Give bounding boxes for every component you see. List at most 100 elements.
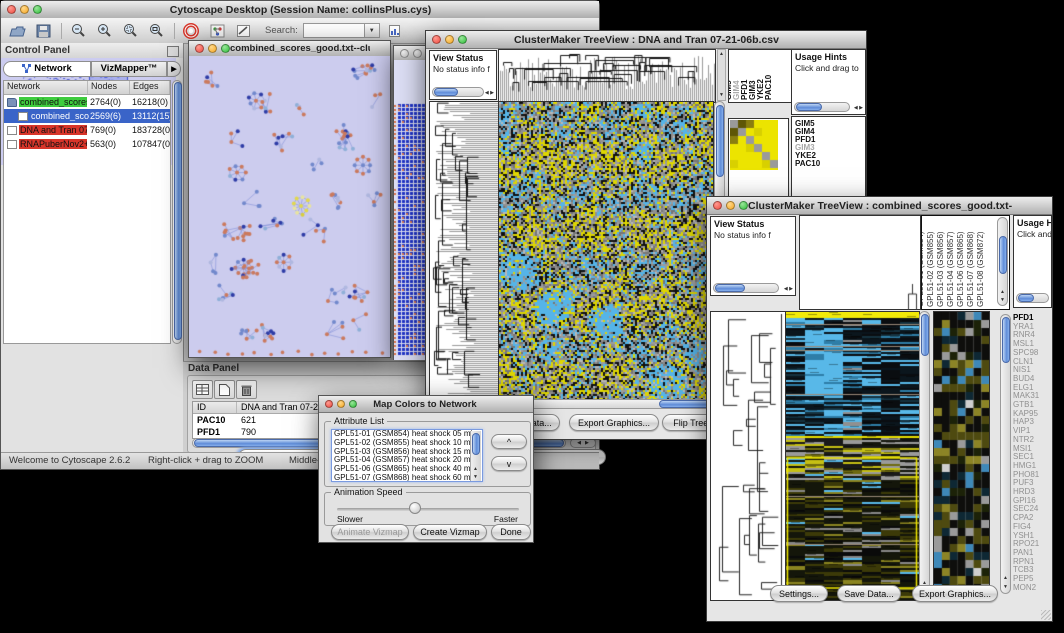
- column-label[interactable]: GPL51-06 (GSM865): [957, 231, 965, 307]
- usage-hints-scrollbar[interactable]: [794, 102, 850, 112]
- network-view-titlebar[interactable]: combined_scores_good.txt--cluste...: [189, 41, 390, 57]
- treeview-dna-titlebar[interactable]: ClusterMaker TreeView : DNA and Tran 07-…: [426, 31, 866, 49]
- zoom-out-icon[interactable]: [68, 22, 88, 40]
- export-graphics-button[interactable]: Export Graphics...: [912, 585, 998, 602]
- minimize-button[interactable]: [726, 201, 735, 210]
- detail-heatmap[interactable]: [933, 311, 990, 601]
- tab-vizmapper[interactable]: VizMapper™: [91, 61, 167, 77]
- animation-speed-slider[interactable]: [337, 508, 519, 511]
- column-label[interactable]: PAC10: [765, 75, 773, 100]
- column-labels-scrollbar[interactable]: ▲▼: [997, 217, 1008, 306]
- save-data-button[interactable]: Save Data...: [837, 585, 901, 602]
- scroll-arrows[interactable]: ◀ ▶: [485, 91, 494, 96]
- minimize-button[interactable]: [337, 400, 345, 408]
- tab-network[interactable]: Network: [3, 61, 91, 77]
- dendrogram-scroll-strip[interactable]: ▲▼: [717, 49, 726, 101]
- search-options-icon[interactable]: [386, 22, 406, 40]
- heatmap-main[interactable]: [785, 311, 920, 601]
- zoom-fit-icon[interactable]: [146, 22, 166, 40]
- network-list-item[interactable]: DNA and Tran 07769(0)183728(0): [4, 123, 170, 137]
- tab-overflow-button[interactable]: ▶: [167, 61, 181, 77]
- gene-list-scrollbar[interactable]: ▲▼: [1000, 314, 1011, 594]
- delete-attribute-icon[interactable]: [236, 380, 257, 399]
- close-button[interactable]: [713, 201, 722, 210]
- view-status-scrollbar[interactable]: [432, 87, 484, 97]
- done-button[interactable]: Done: [491, 524, 531, 540]
- search-dropdown-icon[interactable]: ▼: [365, 23, 380, 38]
- export-graphics-button[interactable]: Export Graphics...: [569, 414, 659, 431]
- float-panel-icon[interactable]: [167, 46, 179, 57]
- column-dendrogram[interactable]: [498, 49, 716, 103]
- column-label[interactable]: GPL51-08 (GSM872): [977, 231, 985, 307]
- main-titlebar[interactable]: Cytoscape Desktop (Session Name: collins…: [1, 1, 599, 19]
- import-network-icon[interactable]: [207, 22, 227, 40]
- minimize-button[interactable]: [445, 35, 454, 44]
- network-list-header[interactable]: Network Nodes Edges: [4, 81, 170, 95]
- zoom-in-icon[interactable]: [94, 22, 114, 40]
- search-input[interactable]: [303, 23, 365, 38]
- move-down-button[interactable]: v: [491, 456, 527, 471]
- column-dendrogram[interactable]: [799, 215, 921, 310]
- minimize-button[interactable]: [413, 49, 422, 58]
- scroll-arrows[interactable]: ◀ ▶: [854, 106, 863, 111]
- zoom-button[interactable]: [349, 400, 357, 408]
- save-icon[interactable]: [33, 22, 53, 40]
- create-vizmap-button[interactable]: Create Vizmap: [413, 524, 487, 540]
- close-button[interactable]: [432, 35, 441, 44]
- open-folder-icon[interactable]: [7, 22, 27, 40]
- zoom-button[interactable]: [221, 44, 230, 53]
- attribute-list[interactable]: GPL51-01 (GSM854) heat shock 05 minGPL51…: [331, 429, 483, 482]
- zoom-selected-region-icon[interactable]: [120, 22, 140, 40]
- column-nodes[interactable]: Nodes: [88, 81, 130, 94]
- zoom-button[interactable]: [33, 5, 42, 14]
- heatmap-vscrollbar[interactable]: ▲▼: [919, 311, 930, 599]
- treeview-combined-titlebar[interactable]: ClusterMaker TreeView : combined_scores_…: [707, 197, 1052, 215]
- minimize-button[interactable]: [20, 5, 29, 14]
- data-panel-label: Data Panel: [188, 363, 239, 374]
- zoom-button[interactable]: [739, 201, 748, 210]
- close-button[interactable]: [400, 49, 409, 58]
- column-label[interactable]: GPL51-01 (GSM854): [921, 231, 925, 307]
- zoom-button[interactable]: [458, 35, 467, 44]
- close-button[interactable]: [325, 400, 333, 408]
- usage-hints-scrollbar[interactable]: [1016, 293, 1049, 303]
- view-status-scrollbar[interactable]: [713, 283, 779, 293]
- heatmap-main[interactable]: [498, 101, 714, 400]
- scroll-arrows[interactable]: ◀ ▶: [784, 287, 793, 292]
- detail-heatmap[interactable]: [730, 120, 778, 170]
- animate-vizmap-button[interactable]: Animate Vizmap: [331, 524, 409, 540]
- network-canvas[interactable]: [189, 56, 390, 357]
- help-lifesaver-icon[interactable]: [181, 22, 201, 40]
- row-dendrogram[interactable]: [710, 311, 786, 601]
- dialog-titlebar[interactable]: Map Colors to Network: [319, 396, 533, 413]
- close-button[interactable]: [195, 44, 204, 53]
- column-label[interactable]: GPL51-04 (GSM857): [947, 231, 955, 307]
- attribute-select-icon[interactable]: [192, 380, 213, 399]
- column-label[interactable]: GPL51-07 (GSM868): [967, 231, 975, 307]
- column-id[interactable]: ID: [193, 402, 237, 413]
- settings-button[interactable]: Settings...: [770, 585, 828, 602]
- network-list-item[interactable]: RNAPuberNov2+563(0)107847(0): [4, 137, 170, 151]
- network-list-item[interactable]: combined_sco2569(6)13112(15): [4, 109, 170, 123]
- gene-label[interactable]: PAC10: [795, 160, 865, 168]
- network-list-item[interactable]: combined_scores_2764(0)16218(0): [4, 95, 170, 109]
- row-dendrogram[interactable]: [429, 101, 500, 400]
- resize-grip[interactable]: [1041, 610, 1051, 620]
- usage-hints-text: Click and drag to: [1017, 229, 1051, 239]
- slider-thumb[interactable]: [409, 502, 421, 514]
- column-network[interactable]: Network: [4, 81, 88, 94]
- network-name: DNA and Tran 07: [19, 125, 87, 135]
- gene-label[interactable]: MON2: [1013, 584, 1053, 593]
- network-list-scrollbar[interactable]: [172, 80, 182, 344]
- new-attribute-icon[interactable]: [214, 380, 235, 399]
- annotation-icon[interactable]: [233, 22, 253, 40]
- minimize-button[interactable]: [208, 44, 217, 53]
- tab-vizmapper-label: VizMapper™: [101, 63, 158, 74]
- attribute-list-scrollbar[interactable]: ▲▼: [470, 431, 481, 481]
- attribute-list-item[interactable]: GPL51-07 (GSM868) heat shock 60 min: [332, 474, 482, 482]
- close-button[interactable]: [7, 5, 16, 14]
- move-up-button[interactable]: ^: [491, 434, 527, 449]
- column-edges[interactable]: Edges: [130, 81, 170, 94]
- column-label[interactable]: GPL51-02 (GSM855): [927, 231, 935, 307]
- column-label[interactable]: GPL51-03 (GSM856): [937, 231, 945, 307]
